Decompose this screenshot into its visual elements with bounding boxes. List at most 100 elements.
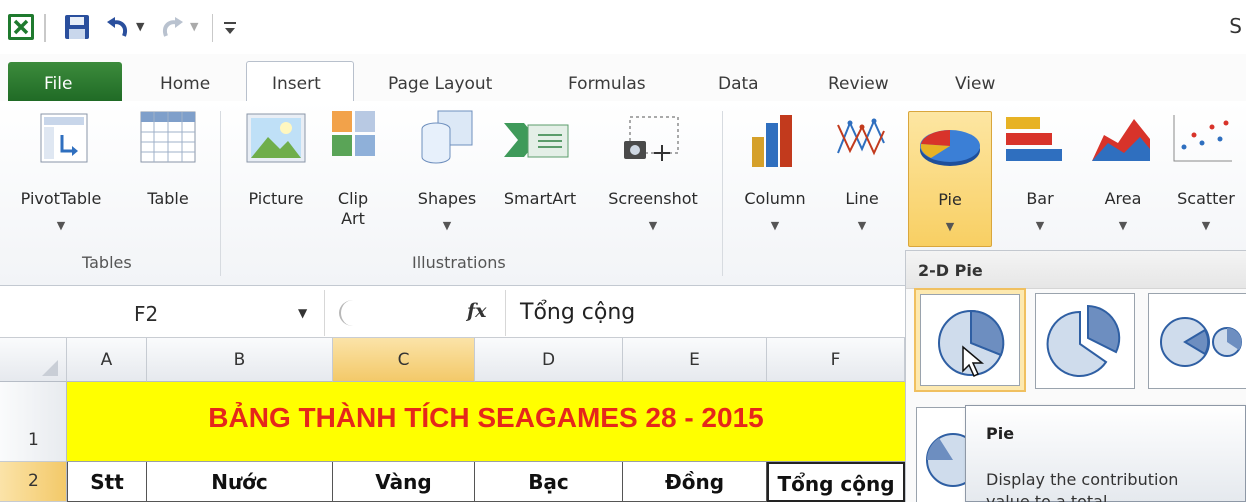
tab-review[interactable]: Review [828,74,889,94]
pie-option-exploded[interactable] [1035,293,1135,389]
pie-of-pie-icon [1160,317,1242,367]
row-number: 2 [28,471,39,491]
column-label: Column [744,189,806,208]
clipart-icon [332,111,376,162]
area-label: Area [1104,189,1142,208]
tab-formulas[interactable]: Formulas [568,74,646,94]
table-label: Table [147,189,189,208]
column-header-d[interactable]: D [475,338,623,382]
pie-chart-icon [917,124,983,175]
header-cell-nuoc[interactable]: Nước [147,462,333,502]
header-cell-stt[interactable]: Stt [67,462,147,502]
name-box[interactable]: F2 ▼ [0,290,325,336]
quick-access-toolbar: ▼ ▼ S [0,0,1246,54]
chevron-down-icon: ▼ [1118,219,1128,232]
header-cell-tong-cong[interactable]: Tổng cộng [767,462,905,502]
table-button[interactable]: Table [128,101,208,271]
section-title: 2-D Pie [918,261,983,280]
redo-dropdown-icon[interactable]: ▼ [190,20,198,33]
header-cell-bac[interactable]: Bạc [475,462,623,502]
chevron-down-icon: ▼ [1035,219,1045,232]
smartart-label: SmartArt [503,189,577,208]
undo-icon[interactable] [104,14,130,40]
column-chart-icon [750,111,800,172]
column-chart-button[interactable]: Column ▼ [730,101,820,271]
tooltip-title: Pie [986,424,1015,443]
line-chart-button[interactable]: Line ▼ [826,101,898,271]
redo-icon[interactable] [160,14,186,40]
bar-chart-button[interactable]: Bar ▼ [1000,101,1080,271]
title-merged-cell[interactable]: BẢNG THÀNH TÍCH SEAGAMES 28 - 2015 [67,382,905,462]
insert-function-icon[interactable]: fx [467,300,487,322]
clipart-button[interactable]: Clip Art [326,101,380,271]
header-cell-vang[interactable]: Vàng [333,462,475,502]
line-label: Line [845,189,879,208]
chevron-down-icon: ▼ [770,219,780,232]
pivottable-label: PivotTable [20,189,102,208]
screenshot-label: Screenshot [608,189,698,208]
pie-label: Pie [938,190,962,209]
gallery-section-header: 2-D Pie [906,251,1246,289]
divider [505,290,506,336]
screenshot-button[interactable]: Screenshot ▼ [590,101,716,271]
table-title: BẢNG THÀNH TÍCH SEAGAMES 28 - 2015 [208,402,764,433]
smartart-button[interactable]: SmartArt [492,101,588,271]
chevron-down-icon: ▼ [442,219,452,232]
clipart-label-2: Art [341,209,365,228]
tab-insert-label[interactable]: Insert [272,74,321,94]
shapes-button[interactable]: Shapes ▼ [402,101,492,271]
divider-handle-icon[interactable] [339,300,367,326]
scatter-chart-button[interactable]: Scatter ▼ [1166,101,1246,271]
tab-file[interactable]: File [8,62,122,102]
spreadsheet-grid: A B C D E F 1 2 BẢNG THÀNH TÍCH SEAGAMES… [0,338,905,502]
tooltip-description-line-2: value to a total [986,492,1108,502]
column-header-e[interactable]: E [623,338,767,382]
select-all-corner[interactable] [0,338,67,382]
picture-button[interactable]: Picture [230,101,322,271]
customize-qat-icon[interactable] [222,14,238,40]
name-box-dropdown-icon[interactable]: ▼ [298,306,307,320]
chevron-down-icon: ▼ [56,219,66,232]
smartart-icon [504,119,570,166]
pie-option-pie-of-pie[interactable] [1148,293,1246,389]
tab-label: File [44,74,73,94]
pivottable-icon [40,113,88,168]
chevron-down-icon: ▼ [945,220,955,233]
column-header-f[interactable]: F [767,338,905,382]
mouse-cursor-icon [962,345,985,378]
pie-chart-button[interactable]: Pie ▼ [908,111,992,247]
group-label-tables: Tables [82,253,132,272]
table-icon [140,111,196,168]
bar-label: Bar [1026,189,1054,208]
pie-option-2d-pie[interactable] [914,288,1026,392]
tooltip-description: Display the contribution [986,470,1179,489]
tab-home[interactable]: Home [160,74,210,94]
excel-logo-icon [8,14,34,40]
header-cell-dong[interactable]: Đồng [623,462,767,502]
tab-data[interactable]: Data [718,74,759,94]
chevron-down-icon: ▼ [1201,219,1211,232]
row-header-1[interactable]: 1 [0,382,67,462]
formula-bar: F2 ▼ fx Tổng cộng [0,290,905,338]
column-header-c[interactable]: C [333,338,475,382]
window-title: S [1229,14,1242,38]
column-header-a[interactable]: A [67,338,147,382]
separator [212,14,213,42]
undo-dropdown-icon[interactable]: ▼ [136,20,144,33]
picture-icon [246,113,306,168]
tab-view[interactable]: View [955,74,995,94]
save-icon[interactable] [64,14,90,40]
tab-page-layout[interactable]: Page Layout [388,74,492,94]
pivottable-button[interactable]: PivotTable ▼ [2,101,120,271]
clipart-label-1: Clip [337,189,369,208]
scatter-label: Scatter [1177,189,1235,208]
separator [44,14,46,42]
formula-input[interactable]: Tổng cộng [520,300,635,325]
shapes-label: Shapes [417,189,477,208]
exploded-pie-icon [1046,304,1121,377]
name-box-value: F2 [134,302,159,326]
column-header-b[interactable]: B [147,338,333,382]
area-chart-button[interactable]: Area ▼ [1086,101,1160,271]
bar-chart-icon [1004,115,1064,170]
row-header-2[interactable]: 2 [0,462,67,502]
